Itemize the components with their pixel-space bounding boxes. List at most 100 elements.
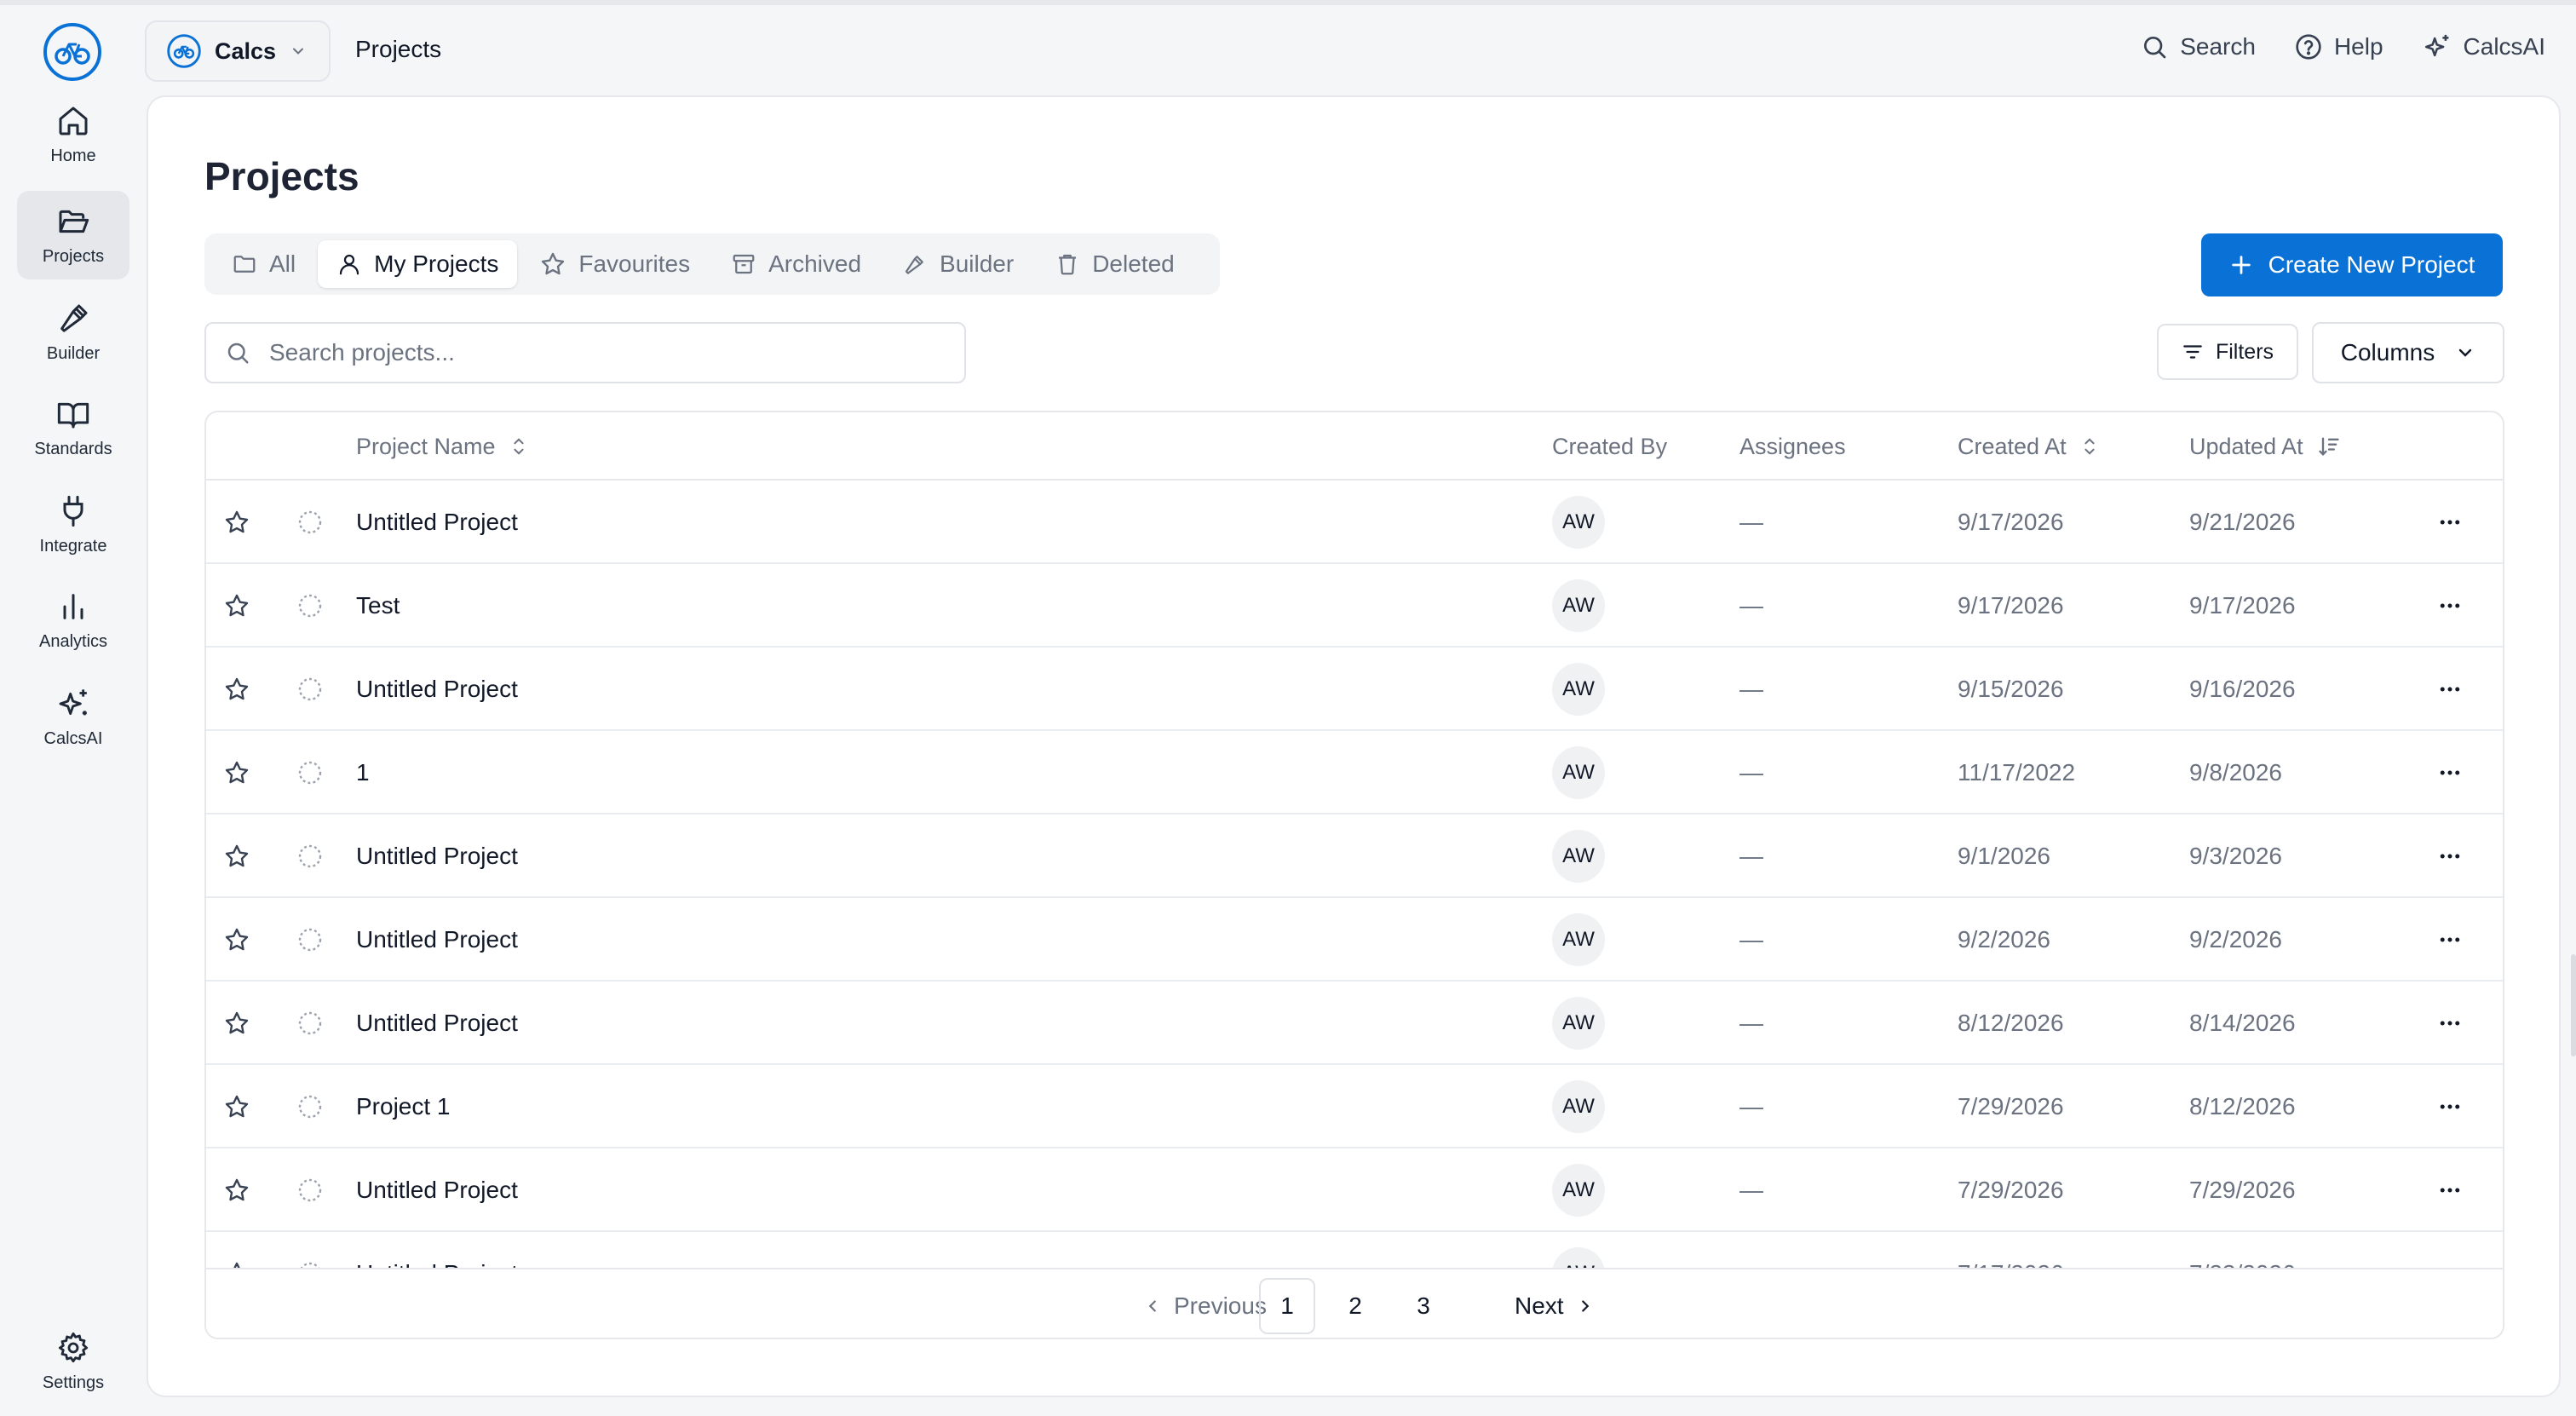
created-by-cell: AW <box>1552 731 1605 814</box>
updated-at-cell: 9/8/2026 <box>2189 759 2282 786</box>
breadcrumb[interactable]: Projects <box>355 36 441 63</box>
created-at-cell: 11/17/2022 <box>1958 759 2076 786</box>
calcsai-button[interactable]: CalcsAI <box>2423 32 2545 61</box>
project-name-cell[interactable]: Untitled Project <box>356 1148 518 1232</box>
sidebar-item-projects[interactable]: Projects <box>17 191 129 279</box>
updated-at-cell: 7/29/2026 <box>2189 1177 2296 1203</box>
more-options-icon[interactable] <box>2431 648 2469 731</box>
project-name-cell[interactable]: Untitled Project <box>356 814 518 898</box>
favourite-star-icon[interactable] <box>218 1065 256 1148</box>
page-button-2[interactable]: 2 <box>1327 1278 1383 1334</box>
column-header-label: Created By <box>1552 433 1668 459</box>
sidebar-item-label: Builder <box>46 343 101 363</box>
window-scrollbar[interactable] <box>2571 954 2576 1056</box>
more-options-icon[interactable] <box>2431 1065 2469 1148</box>
status-circle-icon <box>291 981 329 1065</box>
assignees-cell: — <box>1739 759 1763 786</box>
sidebar-item-integrate[interactable]: Integrate <box>17 481 129 569</box>
tab-builder[interactable]: Builder <box>883 240 1032 288</box>
favourite-star-icon[interactable] <box>218 564 256 648</box>
assignees-cell: — <box>1739 843 1763 869</box>
previous-label: Previous <box>1174 1292 1267 1319</box>
more-options-icon[interactable] <box>2431 564 2469 648</box>
tab-my-projects[interactable]: My Projects <box>318 240 518 288</box>
table-row[interactable]: Project 1 AW — 7/29/2026 8/12/2026 <box>206 1065 2503 1148</box>
table-row[interactable]: Untitled Project AW — 9/1/2026 9/3/2026 <box>206 814 2503 898</box>
sidebar-item-calcsai[interactable]: CalcsAI <box>17 673 129 762</box>
assignees-cell: — <box>1739 1093 1763 1120</box>
search-input[interactable] <box>269 339 934 366</box>
sort-descending-icon <box>2317 435 2341 458</box>
sidebar-item-label: Integrate <box>39 536 107 555</box>
sparkles-icon <box>2423 32 2452 61</box>
created-by-cell: AW <box>1552 898 1605 981</box>
table-row[interactable]: Untitled Project AW — 7/17/2026 7/23/2026 <box>206 1232 2503 1268</box>
tab-archived[interactable]: Archived <box>712 240 880 288</box>
table-row[interactable]: Untitled Project AW — 9/15/2026 9/16/2026 <box>206 648 2503 731</box>
next-page-button[interactable]: Next <box>1515 1278 1595 1334</box>
page-button-3[interactable]: 3 <box>1395 1278 1452 1334</box>
calcs-logo-icon[interactable] <box>43 22 102 82</box>
more-options-icon[interactable] <box>2431 1232 2469 1268</box>
sidebar-item-home[interactable]: Home <box>17 90 129 179</box>
favourite-star-icon[interactable] <box>218 648 256 731</box>
columns-dropdown[interactable]: Columns <box>2312 322 2504 383</box>
status-circle-icon <box>291 1148 329 1232</box>
project-name-cell[interactable]: Untitled Project <box>356 481 518 564</box>
more-options-icon[interactable] <box>2431 898 2469 981</box>
table-row[interactable]: Test AW — 9/17/2026 9/17/2026 <box>206 564 2503 648</box>
more-options-icon[interactable] <box>2431 814 2469 898</box>
favourite-star-icon[interactable] <box>218 1232 256 1268</box>
project-name-cell[interactable]: Test <box>356 564 400 648</box>
sidebar-item-settings[interactable]: Settings <box>17 1317 129 1406</box>
favourite-star-icon[interactable] <box>218 731 256 814</box>
created-at-cell: 7/29/2026 <box>1958 1093 2064 1120</box>
project-name-cell[interactable]: Untitled Project <box>356 1232 518 1268</box>
tab-all[interactable]: All <box>213 240 314 288</box>
user-icon <box>336 251 362 277</box>
more-options-icon[interactable] <box>2431 731 2469 814</box>
create-new-project-button[interactable]: Create New Project <box>2201 233 2503 296</box>
sidebar-item-analytics[interactable]: Analytics <box>17 576 129 665</box>
table-row[interactable]: Untitled Project AW — 9/2/2026 9/2/2026 <box>206 898 2503 981</box>
avatar: AW <box>1552 1164 1605 1217</box>
table-row[interactable]: Untitled Project AW — 7/29/2026 7/29/2026 <box>206 1148 2503 1232</box>
sidebar-item-label: Home <box>50 146 96 165</box>
favourite-star-icon[interactable] <box>218 481 256 564</box>
pagination: Previous 1 2 3 Next <box>206 1268 2503 1338</box>
table-row[interactable]: 1 AW — 11/17/2022 9/8/2026 <box>206 731 2503 814</box>
workspace-switcher[interactable]: Calcs <box>145 20 331 82</box>
hammer-icon <box>902 251 928 277</box>
page-button-1[interactable]: 1 <box>1259 1278 1315 1334</box>
column-header-project-name[interactable]: Project Name <box>356 412 528 481</box>
tab-deleted[interactable]: Deleted <box>1036 240 1193 288</box>
favourite-star-icon[interactable] <box>218 981 256 1065</box>
column-header-created-at[interactable]: Created At <box>1958 412 2099 481</box>
calcs-logo-icon <box>167 34 201 68</box>
favourite-star-icon[interactable] <box>218 1148 256 1232</box>
sidebar-item-builder[interactable]: Builder <box>17 288 129 377</box>
sort-updown-icon <box>509 435 528 458</box>
column-header-updated-at[interactable]: Updated At <box>2189 412 2341 481</box>
project-name-cell[interactable]: Project 1 <box>356 1065 451 1148</box>
table-row[interactable]: Untitled Project AW — 8/12/2026 8/14/2026 <box>206 981 2503 1065</box>
project-name-cell[interactable]: 1 <box>356 731 370 814</box>
table-row[interactable]: Untitled Project AW — 9/17/2026 9/21/2026 <box>206 481 2503 564</box>
favourite-star-icon[interactable] <box>218 814 256 898</box>
sidebar-item-standards[interactable]: Standards <box>17 383 129 472</box>
more-options-icon[interactable] <box>2431 981 2469 1065</box>
filters-button[interactable]: Filters <box>2157 324 2298 380</box>
project-name-cell[interactable]: Untitled Project <box>356 981 518 1065</box>
column-header-assignees: Assignees <box>1739 412 1846 481</box>
project-name-cell[interactable]: Untitled Project <box>356 648 518 731</box>
previous-page-button[interactable]: Previous <box>1143 1278 1267 1334</box>
help-button[interactable]: Help <box>2295 33 2383 60</box>
more-options-icon[interactable] <box>2431 481 2469 564</box>
more-options-icon[interactable] <box>2431 1148 2469 1232</box>
search-button[interactable]: Search <box>2141 33 2256 60</box>
favourite-star-icon[interactable] <box>218 898 256 981</box>
tab-favourites[interactable]: Favourites <box>520 240 709 288</box>
sort-updown-icon <box>2080 435 2099 458</box>
created-at-cell: 9/15/2026 <box>1958 676 2064 702</box>
project-name-cell[interactable]: Untitled Project <box>356 898 518 981</box>
